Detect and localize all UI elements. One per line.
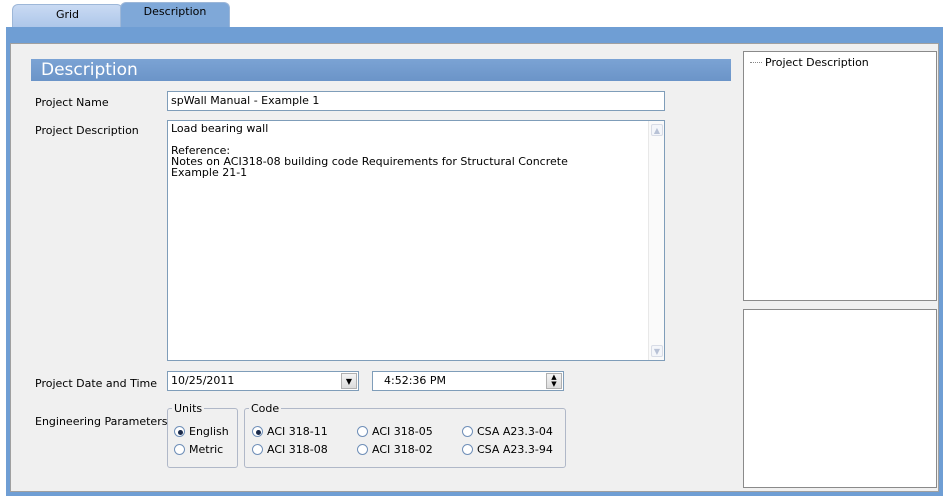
units-english-label: English bbox=[189, 425, 229, 438]
units-metric-radio[interactable]: Metric bbox=[174, 443, 223, 456]
code-csa-a23-3-04-label: CSA A23.3-04 bbox=[477, 425, 553, 438]
tree-item-project-description[interactable]: Project Description bbox=[750, 56, 869, 69]
code-aci-318-05-radio[interactable]: ACI 318-05 bbox=[357, 425, 433, 438]
radio-icon bbox=[357, 426, 368, 437]
code-aci-318-02-radio[interactable]: ACI 318-02 bbox=[357, 443, 433, 456]
tab-grid-label: Grid bbox=[55, 8, 80, 21]
time-picker[interactable]: 4:52:36 PM ▲ ▼ bbox=[372, 371, 564, 391]
code-aci-318-08-label: ACI 318-08 bbox=[267, 443, 328, 456]
scroll-down-icon[interactable]: ▼ bbox=[651, 345, 663, 357]
tree-item-label: Project Description bbox=[765, 56, 869, 69]
code-aci-318-11-label: ACI 318-11 bbox=[267, 425, 328, 438]
radio-icon bbox=[462, 426, 473, 437]
code-csa-a23-3-04-radio[interactable]: CSA A23.3-04 bbox=[462, 425, 553, 438]
navigation-tree: Project Description bbox=[743, 51, 937, 301]
project-description-textarea[interactable]: Load bearing wall Reference: Notes on AC… bbox=[167, 120, 665, 361]
code-legend: Code bbox=[251, 402, 280, 415]
scroll-up-icon[interactable]: ▲ bbox=[651, 124, 663, 136]
code-group: Code ACI 318-11 ACI 318-05 CSA A23.3-04 … bbox=[244, 402, 566, 468]
code-aci-318-05-label: ACI 318-05 bbox=[372, 425, 433, 438]
description-scrollbar[interactable]: ▲ ▼ bbox=[648, 121, 664, 360]
project-description-value: Load bearing wall Reference: Notes on AC… bbox=[171, 122, 568, 179]
units-english-radio[interactable]: English bbox=[174, 425, 229, 438]
project-name-label: Project Name bbox=[35, 96, 109, 109]
project-description-label: Project Description bbox=[35, 124, 139, 137]
radio-icon bbox=[462, 444, 473, 455]
date-value: 10/25/2011 bbox=[171, 374, 235, 387]
section-title: Description bbox=[31, 59, 731, 81]
tree-connector bbox=[750, 62, 762, 63]
code-aci-318-08-radio[interactable]: ACI 318-08 bbox=[252, 443, 328, 456]
engineering-params-label: Engineering Parameters bbox=[35, 415, 168, 428]
radio-icon bbox=[252, 444, 263, 455]
units-group: Units English Metric bbox=[167, 402, 238, 468]
radio-selected-icon bbox=[252, 426, 263, 437]
tab-description-label: Description bbox=[143, 5, 207, 18]
project-name-value: spWall Manual - Example 1 bbox=[171, 94, 320, 107]
tab-description[interactable]: Description bbox=[120, 2, 230, 30]
radio-selected-icon bbox=[174, 426, 185, 437]
description-panel: Description Project Name spWall Manual -… bbox=[11, 44, 736, 491]
radio-icon bbox=[174, 444, 185, 455]
preview-panel bbox=[743, 309, 937, 488]
code-aci-318-02-label: ACI 318-02 bbox=[372, 443, 433, 456]
units-metric-label: Metric bbox=[189, 443, 224, 456]
date-picker[interactable]: 10/25/2011 ▼ bbox=[167, 371, 359, 391]
spin-updown-icon[interactable]: ▲ ▼ bbox=[546, 373, 562, 389]
date-time-label: Project Date and Time bbox=[35, 377, 158, 390]
project-name-input[interactable]: spWall Manual - Example 1 bbox=[167, 91, 665, 111]
radio-icon bbox=[357, 444, 368, 455]
code-csa-a23-3-94-radio[interactable]: CSA A23.3-94 bbox=[462, 443, 553, 456]
code-csa-a23-3-94-label: CSA A23.3-94 bbox=[477, 443, 553, 456]
main-frame: Description Project Name spWall Manual -… bbox=[6, 27, 943, 496]
dropdown-arrow-icon[interactable]: ▼ bbox=[341, 373, 357, 389]
code-aci-318-11-radio[interactable]: ACI 318-11 bbox=[252, 425, 328, 438]
units-legend: Units bbox=[174, 402, 203, 415]
content-area: Description Project Name spWall Manual -… bbox=[10, 43, 939, 492]
time-value: 4:52:36 PM bbox=[384, 374, 447, 387]
